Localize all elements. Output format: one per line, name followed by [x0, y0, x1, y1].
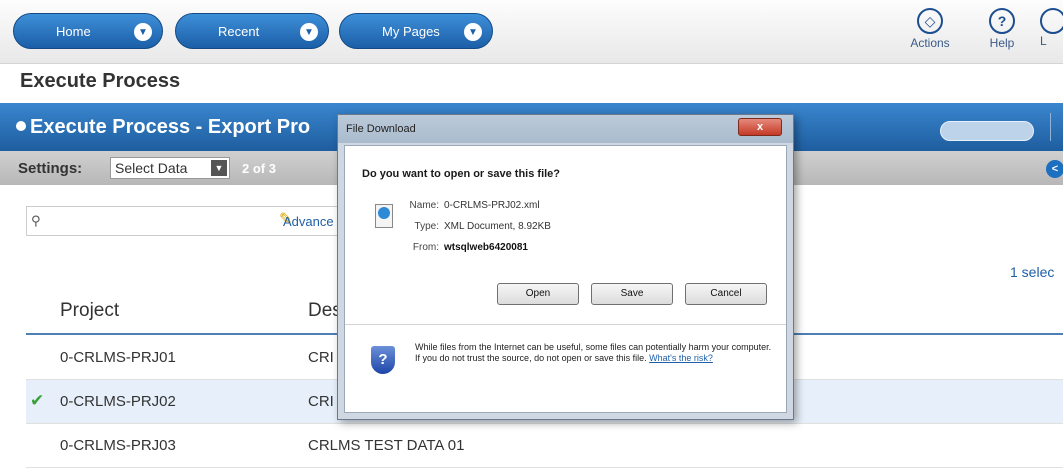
- my-pages-nav-label: My Pages: [382, 23, 440, 39]
- chevron-down-icon[interactable]: ▼: [464, 23, 482, 41]
- data-select[interactable]: Select Data ▼: [110, 157, 230, 179]
- help-icon: ?: [989, 8, 1015, 34]
- description-cell: CRI: [308, 349, 334, 366]
- warning-text: While files from the Internet can be use…: [415, 342, 772, 363]
- recent-nav-button[interactable]: Recent ▼: [175, 13, 329, 49]
- description-cell: CRI: [308, 393, 334, 410]
- logout-label: L: [1040, 34, 1047, 48]
- dialog-title: File Download: [346, 123, 416, 135]
- dialog-titlebar[interactable]: File Download x: [338, 115, 793, 143]
- panel-title-text: Execute Process - Export Pro: [30, 116, 311, 138]
- search-icon: ⚲: [31, 213, 41, 228]
- security-shield-icon: ?: [371, 346, 395, 374]
- execute-button[interactable]: [940, 121, 1034, 141]
- help-label: Help: [989, 36, 1015, 50]
- panel-title: Execute Process - Export Pro: [16, 116, 310, 139]
- actions-label: Actions: [910, 36, 950, 50]
- logout-icon: [1040, 8, 1063, 34]
- chevron-down-icon[interactable]: ▼: [134, 23, 152, 41]
- file-from-value: wtsqlweb6420081: [444, 242, 528, 253]
- file-type-row: Type: XML Document, 8.92KB: [397, 221, 551, 232]
- risk-link[interactable]: What's the risk?: [649, 353, 713, 363]
- close-button[interactable]: x: [738, 118, 782, 136]
- file-name-value: 0-CRLMS-PRJ02.xml: [444, 200, 540, 211]
- collapse-icon[interactable]: [16, 121, 26, 131]
- app-root: Home ▼ Recent ▼ My Pages ▼ ◇ Actions ? H…: [0, 0, 1063, 470]
- save-button[interactable]: Save: [591, 283, 673, 305]
- settings-label: Settings:: [18, 160, 83, 177]
- recent-nav-label: Recent: [218, 23, 260, 39]
- file-download-dialog: File Download x Do you want to open or s…: [337, 114, 794, 420]
- file-from-row: From: wtsqlweb6420081: [397, 242, 528, 253]
- project-cell: 0-CRLMS-PRJ03: [60, 437, 176, 454]
- my-pages-nav-button[interactable]: My Pages ▼: [339, 13, 493, 49]
- file-name-row: Name: 0-CRLMS-PRJ02.xml: [397, 200, 540, 211]
- actions-button[interactable]: ◇ Actions: [902, 8, 958, 56]
- dialog-body: Do you want to open or save this file? N…: [344, 145, 787, 413]
- xml-file-icon: [375, 204, 393, 228]
- file-type-value: XML Document, 8.92KB: [444, 221, 551, 232]
- table-row[interactable]: 0-CRLMS-PRJ03 CRLMS TEST DATA 01: [26, 424, 1063, 468]
- divider: [1050, 113, 1051, 141]
- step-count: 2 of 3: [242, 161, 276, 176]
- description-cell: CRLMS TEST DATA 01: [308, 437, 465, 454]
- advanced-search-link[interactable]: Advance: [283, 214, 334, 229]
- top-navigation: Home ▼ Recent ▼ My Pages ▼ ◇ Actions ? H…: [0, 0, 1063, 64]
- data-select-value: Select Data: [115, 160, 188, 176]
- selection-count: 1 selec: [1010, 264, 1055, 280]
- chevron-down-icon[interactable]: ▼: [300, 23, 318, 41]
- check-icon: ✔: [30, 391, 45, 410]
- back-icon[interactable]: <: [1046, 160, 1063, 178]
- page-title: Execute Process: [20, 70, 181, 92]
- file-name-label: Name:: [409, 200, 439, 211]
- project-cell: 0-CRLMS-PRJ02: [60, 393, 176, 410]
- help-button[interactable]: ? Help: [974, 8, 1030, 56]
- project-cell: 0-CRLMS-PRJ01: [60, 349, 176, 366]
- open-button[interactable]: Open: [497, 283, 579, 305]
- column-header-project[interactable]: Project: [60, 300, 119, 322]
- actions-icon: ◇: [917, 8, 943, 34]
- file-type-label: Type:: [414, 221, 439, 232]
- home-nav-button[interactable]: Home ▼: [13, 13, 163, 49]
- file-from-label: From:: [412, 242, 439, 253]
- dialog-question: Do you want to open or save this file?: [362, 168, 561, 180]
- cancel-button[interactable]: Cancel: [685, 283, 767, 305]
- logout-button[interactable]: L: [1040, 8, 1063, 56]
- home-nav-label: Home: [56, 23, 91, 39]
- divider: [345, 324, 786, 325]
- security-warning: While files from the Internet can be use…: [415, 342, 777, 364]
- chevron-down-icon[interactable]: ▼: [211, 160, 227, 176]
